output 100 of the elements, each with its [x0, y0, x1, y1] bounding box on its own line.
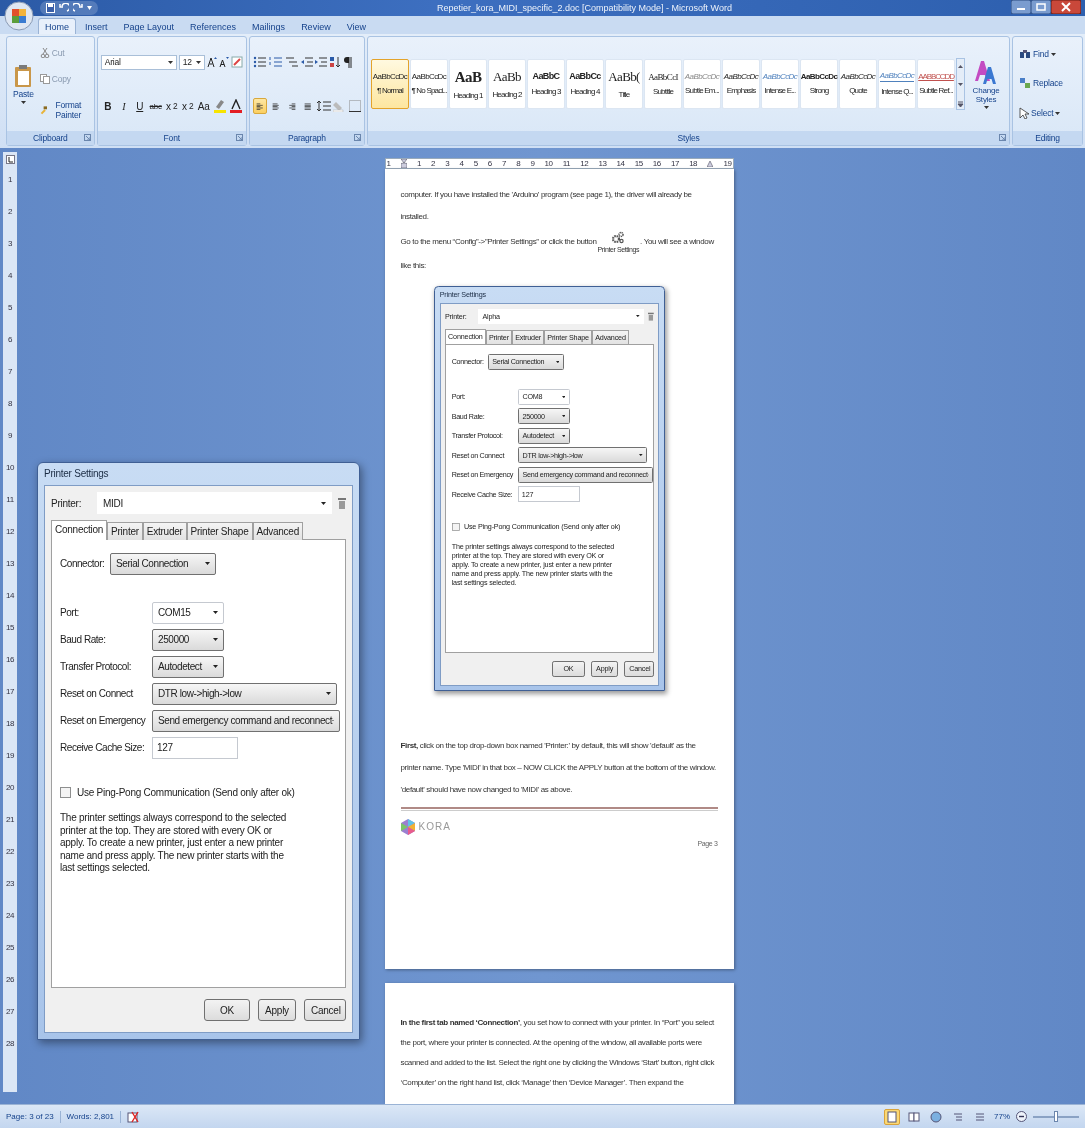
borders-icon[interactable]	[348, 100, 361, 112]
ribbon-tab[interactable]: References	[183, 18, 244, 34]
zoom-level[interactable]: 77%	[994, 1112, 1010, 1121]
editing-button[interactable]: Find	[1016, 48, 1066, 60]
style-tile[interactable]: AaBb Heading 2	[488, 59, 527, 109]
format-button[interactable]: B	[100, 98, 115, 114]
alignment-button[interactable]	[252, 98, 267, 114]
dropdown[interactable]: COM8	[517, 388, 570, 405]
dropdown[interactable]: 250000	[517, 408, 570, 425]
dialog-launcher-icon[interactable]	[354, 134, 362, 141]
change-styles-button[interactable]: Change Styles	[966, 57, 1007, 111]
ribbon-tab[interactable]: Page Layout	[116, 18, 182, 34]
dialog-tab[interactable]: Connection	[51, 520, 108, 540]
style-tile[interactable]: AABBCCDD Subtle Ref...	[917, 59, 956, 109]
format-button[interactable]: Aa	[196, 98, 211, 114]
multilevel-list-icon[interactable]	[284, 56, 299, 68]
dropdown[interactable]: 250000	[152, 628, 224, 651]
dropdown[interactable]: DTR low->high->low	[517, 447, 648, 464]
text-field[interactable]: 127	[152, 736, 238, 759]
line-spacing-icon[interactable]	[316, 100, 331, 112]
close-button[interactable]	[1051, 0, 1081, 14]
dropdown[interactable]: Autodetect	[517, 427, 570, 444]
dropdown[interactable]: Autodetect	[152, 655, 224, 678]
indent-marker-icon[interactable]	[400, 159, 407, 168]
style-tile[interactable]: AaBbCcDc Intense Q...	[878, 59, 917, 109]
dialog-tab[interactable]: Extruder	[512, 330, 545, 345]
dialog-button[interactable]: OK	[204, 999, 250, 1021]
dialog-tab[interactable]: Extruder	[142, 522, 187, 540]
decrease-indent-icon[interactable]	[300, 56, 313, 68]
editing-button[interactable]: Replace	[1016, 76, 1066, 90]
font-color-icon[interactable]	[228, 99, 243, 113]
style-tile[interactable]: AaBbCc Heading 4	[566, 59, 605, 109]
restore-button[interactable]	[1031, 0, 1051, 14]
zoom-out-icon[interactable]	[1016, 1111, 1027, 1122]
slider-thumb[interactable]	[1054, 1110, 1058, 1122]
style-tile[interactable]: AaBbCcDc Emphasis	[722, 59, 761, 109]
paste-button[interactable]: Paste	[10, 40, 37, 128]
clipboard-button[interactable]: Format Painter	[36, 99, 91, 121]
font-name-dropdown[interactable]: Arial	[100, 54, 177, 70]
format-button[interactable]: U	[132, 98, 147, 114]
font-size-dropdown[interactable]: 12	[178, 54, 205, 70]
dialog-button[interactable]: Cancel	[304, 999, 346, 1021]
grow-font-icon[interactable]	[206, 56, 217, 68]
style-tile[interactable]: AaBbCcDc ¶ No Spaci...	[410, 59, 449, 109]
save-icon[interactable]	[46, 3, 55, 13]
printer-dropdown[interactable]: MIDI	[97, 492, 332, 514]
sort-icon[interactable]	[328, 56, 341, 68]
style-tile[interactable]: AaBbCcDc Quote	[839, 59, 878, 109]
style-tile[interactable]: AaBb( Title	[605, 59, 644, 109]
dialog-button[interactable]: Apply	[258, 999, 296, 1021]
undo-icon[interactable]	[59, 3, 69, 13]
dialog-button[interactable]: Apply	[590, 660, 619, 677]
dialog-button[interactable]: OK	[551, 660, 585, 677]
clear-formatting-icon[interactable]	[230, 56, 243, 68]
text-field[interactable]: 127	[517, 486, 580, 502]
dialog-tab[interactable]: Connection	[444, 328, 486, 345]
checkbox[interactable]	[451, 523, 460, 531]
dialog-launcher-icon[interactable]	[235, 134, 243, 141]
customize-caret-icon[interactable]	[87, 6, 92, 10]
dropdown[interactable]: Serial Connection	[487, 353, 564, 370]
dialog-launcher-icon[interactable]	[83, 134, 91, 141]
format-button[interactable]: I	[116, 98, 131, 114]
increase-indent-icon[interactable]	[314, 56, 327, 68]
dialog-tab[interactable]: Printer Shape	[544, 330, 593, 345]
pilcrow-icon[interactable]	[342, 56, 353, 68]
trash-icon[interactable]	[338, 497, 346, 509]
dialog-tab[interactable]: Advanced	[592, 330, 629, 345]
style-tile[interactable]: AaBbCcDc ¶ Normal	[371, 59, 410, 109]
right-indent-icon[interactable]	[707, 160, 714, 167]
dropdown[interactable]: Send emergency command and reconnect	[152, 709, 340, 732]
tab-selector-icon[interactable]	[5, 155, 15, 164]
dropdown[interactable]: DTR low->high->low	[152, 682, 337, 705]
dialog-button[interactable]: Cancel	[623, 660, 655, 677]
dropdown[interactable]: COM15	[152, 601, 224, 624]
page-count[interactable]: Page: 3 of 23	[6, 1112, 54, 1121]
proofing-icon[interactable]	[127, 1110, 140, 1123]
dialog-tab[interactable]: Advanced	[252, 522, 303, 540]
ribbon-tab[interactable]: Home	[38, 18, 76, 34]
trash-icon[interactable]	[648, 312, 655, 321]
minimize-button[interactable]	[1011, 0, 1031, 14]
dialog-tab[interactable]: Printer Shape	[186, 522, 253, 540]
editing-button[interactable]: Select	[1016, 106, 1066, 120]
ribbon-tab[interactable]: View	[339, 18, 373, 34]
style-tile[interactable]: AaBbCcI Subtitle	[644, 59, 683, 109]
printer-dropdown[interactable]: Alpha	[478, 308, 645, 325]
style-tile[interactable]: AaBbCcDc Strong	[800, 59, 839, 109]
format-button[interactable]: abc	[148, 98, 163, 114]
style-tile[interactable]: AaBbCcDc Intense E...	[761, 59, 800, 109]
checkbox[interactable]	[60, 787, 71, 798]
style-tile[interactable]: AaBbC Heading 3	[527, 59, 566, 109]
dropdown[interactable]: Serial Connection	[110, 552, 216, 575]
dialog-tab[interactable]: Printer	[485, 330, 513, 345]
bullets-icon[interactable]	[252, 56, 267, 68]
dialog-tab[interactable]: Printer	[107, 522, 143, 540]
redo-icon[interactable]	[73, 3, 83, 13]
gallery-scroll-icon[interactable]	[956, 58, 966, 110]
dropdown[interactable]: Send emergency command and reconnect	[517, 466, 654, 483]
ribbon-tab[interactable]: Mailings	[245, 18, 293, 34]
view-button[interactable]	[884, 1108, 900, 1125]
ribbon-tab[interactable]: Insert	[78, 18, 115, 34]
